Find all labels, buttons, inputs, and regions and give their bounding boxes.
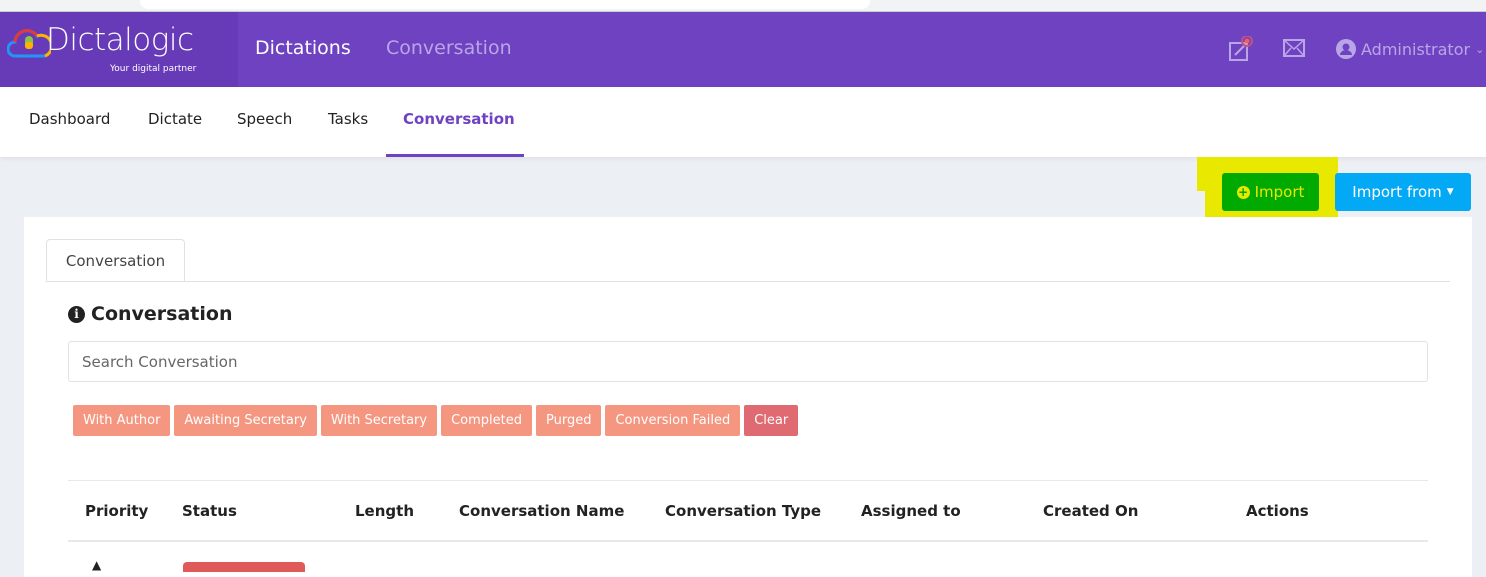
tab-conversation[interactable]: Conversation — [46, 239, 185, 282]
filter-awaiting-secretary[interactable]: Awaiting Secretary — [174, 405, 317, 436]
address-bar[interactable] — [140, 0, 870, 9]
col-conversation-name[interactable]: Conversation Name — [459, 502, 624, 520]
filter-completed[interactable]: Completed — [441, 405, 533, 436]
app-header: Dictalogic Your digital partner Dictatio… — [0, 12, 1486, 87]
active-tab-underline — [386, 154, 524, 157]
section-title-text: Conversation — [91, 303, 233, 325]
brand-name: Dictalogic — [46, 22, 194, 58]
edit-icon[interactable] — [1229, 35, 1255, 66]
filter-conversion-failed[interactable]: Conversion Failed — [605, 405, 741, 436]
filter-with-author[interactable]: With Author — [73, 405, 171, 436]
import-from-dropdown[interactable]: Import from ▼ — [1335, 173, 1471, 211]
priority-arrow-icon: ▲ — [92, 558, 102, 572]
filter-purged[interactable]: Purged — [536, 405, 602, 436]
filter-with-secretary[interactable]: With Secretary — [320, 405, 438, 436]
sub-navigation: Dashboard Dictate Speech Tasks Conversat… — [0, 87, 1486, 157]
browser-chrome — [0, 0, 1486, 12]
info-icon: i — [68, 305, 85, 323]
mail-icon[interactable] — [1283, 39, 1305, 61]
col-actions: Actions — [1246, 502, 1309, 520]
search-input[interactable] — [68, 341, 1428, 382]
import-label: Import — [1254, 183, 1305, 201]
chevron-down-icon: ⌄ — [1475, 42, 1485, 56]
import-from-label: Import from — [1352, 183, 1442, 201]
subnav-dictate[interactable]: Dictate — [148, 110, 202, 128]
user-name: Administrator — [1361, 39, 1471, 59]
tab-divider — [46, 281, 1450, 282]
brand-tagline: Your digital partner — [110, 64, 197, 74]
logo[interactable]: Dictalogic Your digital partner — [0, 12, 238, 87]
user-menu[interactable]: Administrator ⌄ — [1336, 39, 1484, 59]
subnav-tasks[interactable]: Tasks — [328, 110, 368, 128]
subnav-dashboard[interactable]: Dashboard — [29, 110, 110, 128]
plus-circle-icon: + — [1236, 185, 1250, 199]
caret-down-icon: ▼ — [1446, 187, 1454, 197]
subnav-speech[interactable]: Speech — [237, 110, 292, 128]
col-conversation-type[interactable]: Conversation Type — [665, 502, 821, 520]
cloud-mic-icon — [7, 29, 51, 58]
subnav-conversation[interactable]: Conversation — [403, 110, 515, 128]
user-avatar-icon — [1336, 39, 1356, 59]
col-priority[interactable]: Priority — [85, 502, 148, 520]
status-filters: With Author Awaiting Secretary With Secr… — [73, 405, 799, 436]
topnav-conversation[interactable]: Conversation — [386, 37, 512, 59]
col-length[interactable]: Length — [355, 502, 414, 520]
col-created-on[interactable]: Created On — [1043, 502, 1138, 520]
topnav-dictations[interactable]: Dictations — [255, 37, 351, 59]
col-assigned-to[interactable]: Assigned to — [861, 502, 961, 520]
filter-clear[interactable]: Clear — [744, 405, 799, 436]
table-header: Priority Status Length Conversation Name… — [68, 480, 1428, 542]
conversation-card: Conversation i Conversation With Author … — [24, 217, 1472, 577]
section-title: i Conversation — [68, 303, 232, 325]
col-status[interactable]: Status — [182, 502, 237, 520]
import-button[interactable]: + Import — [1222, 173, 1319, 211]
